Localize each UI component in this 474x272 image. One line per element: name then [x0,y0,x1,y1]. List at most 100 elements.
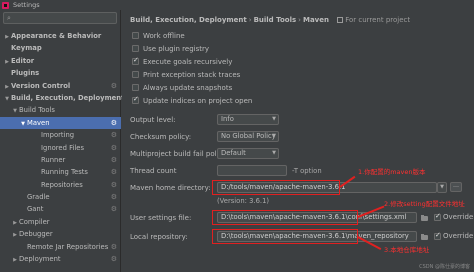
sidebar-item-label: Build Tools [19,106,55,115]
multiproject-policy-select[interactable]: Default ▼ [217,148,279,159]
breadcrumb: Build, Execution, Deployment › Build Tools… [130,16,410,24]
annotation-maven-version: 1.你配置的maven版本 [358,168,426,176]
project-scope-label: For current project [337,16,410,24]
breadcrumb-item: Maven [302,16,329,24]
thread-count-hint: -T option [292,167,322,175]
checkbox[interactable] [132,95,139,104]
sidebar-item-runner[interactable]: Runner ⚙ [0,154,121,166]
option-label: Print exception stack traces [143,70,241,79]
sidebar-item-build-tools[interactable]: ▼ Build Tools [0,104,121,116]
checksum-policy-select[interactable]: No Global Policy ▼ [217,131,279,142]
sidebar-item-repositories[interactable]: Repositories ⚙ [0,179,121,191]
project-settings-icon: ⚙ [110,242,117,251]
sidebar-item-version-control[interactable]: ▶ Version Control ⚙ [0,80,121,92]
breadcrumb-item: Build Tools [253,16,297,24]
settings-tree: ▶ Appearance & Behavior Keymap ▶ Editor Plugi… [0,30,125,265]
chevron-down-icon: ▼ [440,184,444,190]
sidebar-item-label: Appearance & Behavior [11,32,102,40]
maven-version-label: (Version: 3.6.1) [217,197,270,205]
intellij-logo-icon [2,1,9,9]
sidebar-item-deployment[interactable]: ▶ Deployment ⚙ [0,253,121,265]
sidebar-item-label: Plugins [11,69,40,78]
checkbox[interactable] [132,56,139,65]
checkbox[interactable] [132,71,139,78]
chevron-right-icon[interactable]: ▶ [11,254,19,266]
thread-count-input[interactable] [217,165,287,176]
annotation-local-repo: 3.本地仓库地址 [384,246,430,254]
chevron-down-icon: ▼ [272,150,276,156]
sidebar-item-label: Debugger [19,230,53,239]
override-checkbox[interactable] [434,231,441,240]
override-checkbox[interactable] [434,212,441,221]
settings-search-input[interactable]: ⌕ [3,12,117,24]
sidebar-item-remote-jar-repositories[interactable]: Remote Jar Repositories ⚙ [0,241,121,253]
browse-button[interactable]: … [450,182,462,192]
sidebar-item-ignored-files[interactable]: Ignored Files ⚙ [0,142,121,154]
thread-count-label: Thread count [130,167,177,175]
annotation-settings-file: 2.修改setting配置文件地址 [384,200,465,208]
sidebar-item-appearance-behavior[interactable]: ▶ Appearance & Behavior [0,30,121,42]
option-label: Execute goals recursively [143,57,233,66]
project-settings-icon: ⚙ [110,180,117,189]
breadcrumb-separator: › [248,16,252,24]
user-settings-override[interactable]: Override [434,212,473,221]
sidebar-item-plugins[interactable]: Plugins [0,67,121,79]
option-always-update-snapshots[interactable]: Always update snapshots [132,82,232,93]
sidebar-item-label: Deployment [19,255,61,264]
option-execute-goals-recursively[interactable]: Execute goals recursively [132,56,232,67]
sidebar-item-label: Build, Execution, Deployment [11,93,125,102]
annotation-box-user-settings [212,210,358,225]
breadcrumb-separator: › [298,16,301,24]
sidebar-item-gant[interactable]: Gant ⚙ [0,203,121,215]
checkbox[interactable] [132,45,139,52]
multiproject-policy-label: Multiproject build fail policy: [130,150,229,158]
sidebar-item-importing[interactable]: Importing ⚙ [0,129,121,141]
sidebar-item-label: Compiler [19,217,50,226]
sidebar-item-maven[interactable]: ▼ Maven ⚙ [0,116,121,130]
sidebar-item-label: Gant [27,205,44,214]
folder-icon[interactable] [420,232,429,241]
folder-icon[interactable] [420,213,429,222]
chevron-down-icon: ▼ [272,133,276,139]
sidebar-item-label: Version Control [11,81,71,90]
project-settings-icon: ⚙ [110,193,117,202]
checkbox[interactable] [132,84,139,91]
sidebar-item-label: Repositories [41,180,83,189]
option-use-plugin-registry[interactable]: Use plugin registry [132,43,209,54]
local-repo-override[interactable]: Override [434,231,473,240]
project-settings-icon: ⚙ [110,155,117,164]
annotation-box-maven-home [212,180,340,195]
option-update-indices-on-project-open[interactable]: Update indices on project open [132,95,252,106]
sidebar-item-running-tests[interactable]: Running Tests ⚙ [0,166,121,178]
output-level-select[interactable]: Info ▼ [217,114,279,125]
sidebar-item-label: Running Tests [41,168,88,177]
checkbox[interactable] [132,32,139,39]
breadcrumb-item: Build, Execution, Deployment [130,16,247,24]
project-settings-icon: ⚙ [110,168,117,177]
project-settings-icon: ⚙ [110,143,117,152]
checksum-policy-label: Checksum policy: [130,133,192,141]
option-label: Use plugin registry [143,44,210,53]
project-settings-icon: ⚙ [110,131,117,140]
sidebar-item-label: Editor [11,56,35,65]
sidebar-item-label: Importing [41,131,75,140]
sidebar-item-label: Keymap [11,44,42,53]
local-repo-label: Local repository: [130,233,188,241]
settings-sidebar: ⌕ ▶ Appearance & Behavior Keymap ▶ Editor Plu… [0,10,125,272]
sidebar-item-label: Gradle [27,193,50,202]
sidebar-item-label: Maven [27,118,50,127]
sidebar-item-label: Remote Jar Repositories [27,242,109,251]
option-label: Always update snapshots [143,83,233,92]
sidebar-item-label: Ignored Files [41,143,85,152]
sidebar-item-debugger[interactable]: ▶ Debugger [0,228,121,240]
sidebar-item-compiler[interactable]: ▶ Compiler [0,216,121,228]
maven-home-dropdown[interactable]: ▼ [437,182,447,193]
sidebar-item-build-execution-deployment[interactable]: ▼ Build, Execution, Deployment [0,92,125,104]
user-settings-label: User settings file: [130,214,192,222]
option-work-offline[interactable]: Work offline [132,30,185,41]
sidebar-item-editor[interactable]: ▶ Editor [0,55,121,67]
sidebar-item-keymap[interactable]: Keymap [0,42,121,54]
project-settings-icon: ⚙ [110,118,117,127]
option-print-exception-stack-traces[interactable]: Print exception stack traces [132,69,240,80]
sidebar-item-gradle[interactable]: Gradle ⚙ [0,191,121,203]
